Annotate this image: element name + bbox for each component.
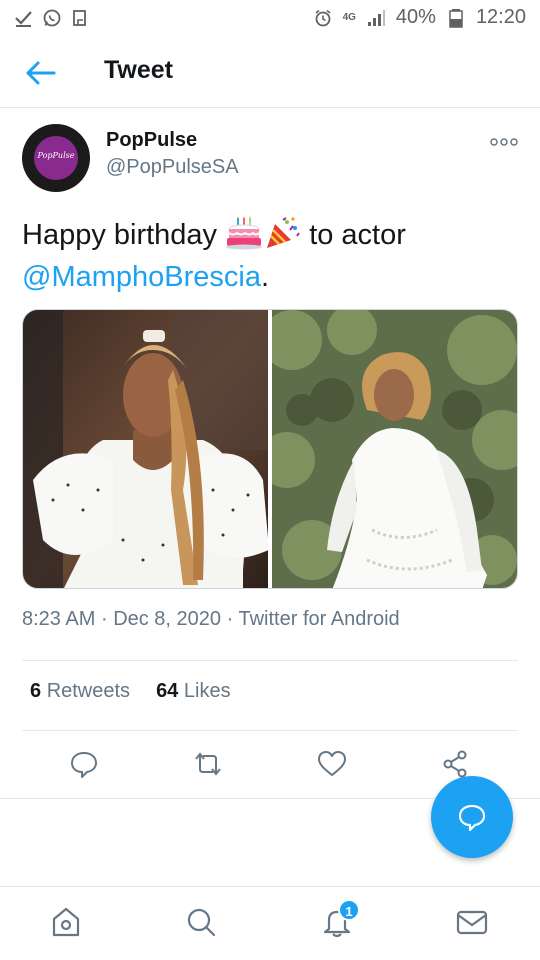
retweets-stat[interactable]: 6 Retweets: [30, 680, 130, 703]
user-name[interactable]: PopPulse: [106, 129, 197, 152]
whatsapp-icon: [43, 9, 61, 27]
divider: [22, 730, 518, 731]
tweet-source[interactable]: Twitter for Android: [238, 608, 399, 630]
battery-percent: 40%: [395, 6, 436, 28]
messages-icon[interactable]: [455, 905, 489, 939]
mention-link[interactable]: @MamphoBrescia: [22, 261, 261, 293]
tweet-text: Happy birthday to actor @MamphoBrescia.: [22, 214, 522, 298]
divider: [22, 660, 518, 661]
tweet-date: Dec 8, 2020: [113, 608, 222, 630]
clock: 12:20: [475, 6, 526, 28]
reply-icon[interactable]: [69, 749, 99, 779]
user-handle[interactable]: @PopPulseSA: [106, 156, 239, 179]
status-notifications: [14, 8, 90, 28]
signal-icon: [367, 9, 385, 26]
home-icon[interactable]: [49, 905, 83, 939]
retweets-label: Retweets: [46, 680, 131, 702]
tweet-text-middle: to actor: [309, 219, 406, 251]
likes-stat[interactable]: 64 Likes: [156, 680, 231, 703]
notification-badge: 1: [338, 899, 360, 921]
birthday-cake-emoji: [226, 216, 263, 250]
search-icon[interactable]: [184, 905, 218, 939]
tweet-text-start: Happy birthday: [22, 219, 218, 251]
retweets-count: 6: [30, 680, 42, 702]
meta-separator: ·: [100, 608, 108, 630]
compose-reply-icon: [458, 804, 486, 832]
compose-reply-button[interactable]: [431, 776, 513, 858]
party-popper-emoji: [267, 217, 300, 248]
tweet-time: 8:23 AM: [22, 608, 96, 630]
meta-separator: ·: [226, 608, 234, 630]
avatar-logo-text: PopPulse: [37, 151, 75, 160]
back-arrow-icon[interactable]: [22, 58, 62, 88]
battery-icon: [449, 8, 463, 28]
tweet-media: [22, 309, 518, 589]
avatar[interactable]: PopPulse: [22, 124, 90, 192]
tweet-text-end: .: [260, 261, 270, 293]
more-options-icon[interactable]: [488, 133, 520, 151]
tweet-stats: 6 Retweets 64 Likes: [30, 680, 231, 703]
photo-woman-white-dress-garden[interactable]: [272, 310, 517, 588]
check-icon: [15, 11, 32, 27]
bottom-navigation: 1: [0, 886, 540, 960]
page-title: Tweet: [104, 56, 173, 84]
like-icon[interactable]: [317, 749, 347, 779]
likes-label: Likes: [183, 680, 231, 702]
status-bar: 4G 40% 12:20: [0, 0, 540, 38]
network-type: 4G: [342, 11, 356, 23]
tweet-meta: 8:23 AM · Dec 8, 2020 · Twitter for Andr…: [22, 608, 400, 631]
likes-count: 64: [156, 680, 179, 702]
photo-woman-braids-polka-dot-dress[interactable]: [23, 310, 268, 588]
retweet-icon[interactable]: [193, 749, 223, 779]
clipboard-icon: [73, 10, 86, 26]
status-system: 4G 40% 12:20: [313, 6, 526, 29]
avatar-logo: PopPulse: [34, 136, 78, 180]
photo-1-illustration: [23, 310, 268, 588]
share-icon[interactable]: [441, 749, 471, 779]
photo-2-illustration: [272, 310, 517, 588]
app-bar: Tweet: [0, 38, 540, 108]
alarm-icon: [315, 9, 331, 26]
